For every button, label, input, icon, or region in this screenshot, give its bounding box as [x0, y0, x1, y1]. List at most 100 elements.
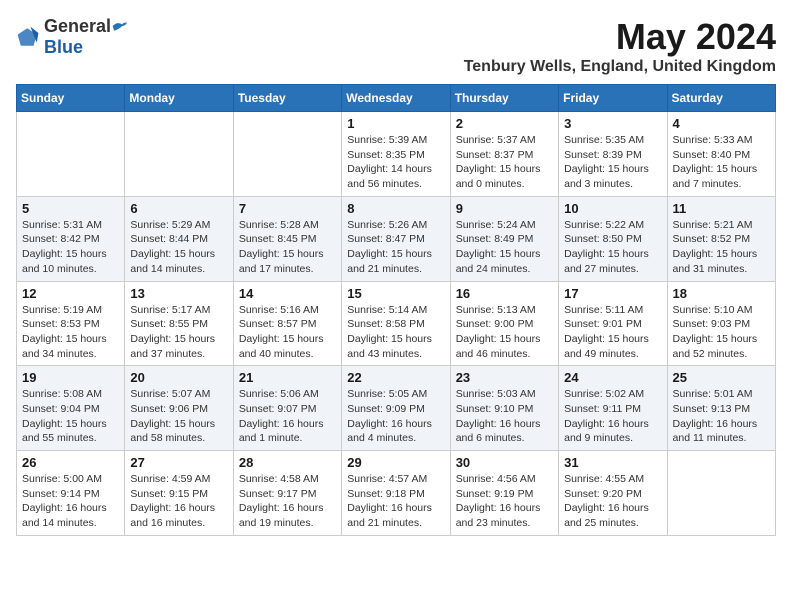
weekday-header: Monday [125, 85, 233, 112]
day-number: 25 [673, 370, 770, 385]
day-number: 20 [130, 370, 227, 385]
calendar-cell: 27 Sunrise: 4:59 AM Sunset: 9:15 PM Dayli… [125, 451, 233, 536]
day-info: Sunrise: 4:57 AM Sunset: 9:18 PM Dayligh… [347, 472, 444, 531]
day-number: 4 [673, 116, 770, 131]
weekday-header: Tuesday [233, 85, 341, 112]
day-info: Sunrise: 5:22 AM Sunset: 8:50 PM Dayligh… [564, 218, 661, 277]
day-number: 18 [673, 286, 770, 301]
calendar-cell [125, 112, 233, 197]
calendar-cell: 19Sunrise: 5:08 AM Sunset: 9:04 PM Dayli… [17, 366, 125, 451]
day-number: 23 [456, 370, 553, 385]
day-number: 14 [239, 286, 336, 301]
day-info: Sunrise: 5:29 AM Sunset: 8:44 PM Dayligh… [130, 218, 227, 277]
day-number: 22 [347, 370, 444, 385]
calendar-week-row: 19Sunrise: 5:08 AM Sunset: 9:04 PM Dayli… [17, 366, 776, 451]
calendar-cell: 1 Sunrise: 5:39 AM Sunset: 8:35 PM Daylig… [342, 112, 450, 197]
calendar-cell: 10 Sunrise: 5:22 AM Sunset: 8:50 PM Dayli… [559, 196, 667, 281]
logo-blue: Blue [44, 37, 83, 57]
day-number: 19 [22, 370, 119, 385]
month-title: May 2024 [464, 16, 776, 58]
day-number: 3 [564, 116, 661, 131]
calendar-cell: 17 Sunrise: 5:11 AM Sunset: 9:01 PM Dayli… [559, 281, 667, 366]
day-info: Sunrise: 5:11 AM Sunset: 9:01 PM Dayligh… [564, 303, 661, 362]
day-number: 24 [564, 370, 661, 385]
day-info: Sunrise: 5:06 AM Sunset: 9:07 PM Dayligh… [239, 387, 336, 446]
day-info: Sunrise: 5:16 AM Sunset: 8:57 PM Dayligh… [239, 303, 336, 362]
calendar-cell: 4 Sunrise: 5:33 AM Sunset: 8:40 PM Daylig… [667, 112, 775, 197]
day-number: 28 [239, 455, 336, 470]
day-number: 27 [130, 455, 227, 470]
calendar-cell: 20 Sunrise: 5:07 AM Sunset: 9:06 PM Dayli… [125, 366, 233, 451]
day-info: Sunrise: 5:21 AM Sunset: 8:52 PM Dayligh… [673, 218, 770, 277]
title-block: May 2024 Tenbury Wells, England, United … [464, 16, 776, 76]
calendar-cell: 5 Sunrise: 5:31 AM Sunset: 8:42 PM Daylig… [17, 196, 125, 281]
day-number: 12 [22, 286, 119, 301]
calendar-cell: 28 Sunrise: 4:58 AM Sunset: 9:17 PM Dayli… [233, 451, 341, 536]
day-info: Sunrise: 5:35 AM Sunset: 8:39 PM Dayligh… [564, 133, 661, 192]
calendar-cell: 9 Sunrise: 5:24 AM Sunset: 8:49 PM Daylig… [450, 196, 558, 281]
calendar-cell: 18 Sunrise: 5:10 AM Sunset: 9:03 PM Dayli… [667, 281, 775, 366]
day-number: 10 [564, 201, 661, 216]
calendar-cell: 11 Sunrise: 5:21 AM Sunset: 8:52 PM Dayli… [667, 196, 775, 281]
day-info: Sunrise: 5:19 AM Sunset: 8:53 PM Dayligh… [22, 303, 119, 362]
day-info: Sunrise: 5:13 AM Sunset: 9:00 PM Dayligh… [456, 303, 553, 362]
calendar-cell: 8 Sunrise: 5:26 AM Sunset: 8:47 PM Daylig… [342, 196, 450, 281]
weekday-header: Wednesday [342, 85, 450, 112]
calendar-cell: 14 Sunrise: 5:16 AM Sunset: 8:57 PM Dayli… [233, 281, 341, 366]
day-info: Sunrise: 5:17 AM Sunset: 8:55 PM Dayligh… [130, 303, 227, 362]
calendar-cell: 22Sunrise: 5:05 AM Sunset: 9:09 PM Dayli… [342, 366, 450, 451]
calendar-week-row: 26Sunrise: 5:00 AM Sunset: 9:14 PM Dayli… [17, 451, 776, 536]
calendar-cell: 30Sunrise: 4:56 AM Sunset: 9:19 PM Dayli… [450, 451, 558, 536]
day-info: Sunrise: 5:03 AM Sunset: 9:10 PM Dayligh… [456, 387, 553, 446]
day-number: 31 [564, 455, 661, 470]
day-info: Sunrise: 5:01 AM Sunset: 9:13 PM Dayligh… [673, 387, 770, 446]
logo-general: General [44, 16, 111, 37]
location-title: Tenbury Wells, England, United Kingdom [464, 58, 776, 76]
day-info: Sunrise: 5:39 AM Sunset: 8:35 PM Dayligh… [347, 133, 444, 192]
day-number: 29 [347, 455, 444, 470]
day-info: Sunrise: 4:58 AM Sunset: 9:17 PM Dayligh… [239, 472, 336, 531]
day-number: 13 [130, 286, 227, 301]
day-info: Sunrise: 5:02 AM Sunset: 9:11 PM Dayligh… [564, 387, 661, 446]
day-info: Sunrise: 5:37 AM Sunset: 8:37 PM Dayligh… [456, 133, 553, 192]
weekday-header: Thursday [450, 85, 558, 112]
day-number: 15 [347, 286, 444, 301]
day-number: 5 [22, 201, 119, 216]
day-info: Sunrise: 5:00 AM Sunset: 9:14 PM Dayligh… [22, 472, 119, 531]
day-info: Sunrise: 5:33 AM Sunset: 8:40 PM Dayligh… [673, 133, 770, 192]
day-number: 21 [239, 370, 336, 385]
day-number: 11 [673, 201, 770, 216]
calendar-cell: 13 Sunrise: 5:17 AM Sunset: 8:55 PM Dayli… [125, 281, 233, 366]
day-info: Sunrise: 5:24 AM Sunset: 8:49 PM Dayligh… [456, 218, 553, 277]
calendar-cell: 12 Sunrise: 5:19 AM Sunset: 8:53 PM Dayli… [17, 281, 125, 366]
day-number: 2 [456, 116, 553, 131]
logo-bird-icon [111, 18, 127, 34]
day-info: Sunrise: 5:10 AM Sunset: 9:03 PM Dayligh… [673, 303, 770, 362]
page-header: General Blue May 2024 Tenbury Wells, Eng… [16, 16, 776, 76]
day-number: 1 [347, 116, 444, 131]
calendar-cell: 24 Sunrise: 5:02 AM Sunset: 9:11 PM Dayli… [559, 366, 667, 451]
day-info: Sunrise: 5:26 AM Sunset: 8:47 PM Dayligh… [347, 218, 444, 277]
calendar-cell: 2 Sunrise: 5:37 AM Sunset: 8:37 PM Daylig… [450, 112, 558, 197]
day-number: 17 [564, 286, 661, 301]
day-number: 9 [456, 201, 553, 216]
logo-icon [16, 25, 40, 49]
calendar-cell: 31 Sunrise: 4:55 AM Sunset: 9:20 PM Dayli… [559, 451, 667, 536]
calendar-table: SundayMondayTuesdayWednesdayThursdayFrid… [16, 84, 776, 536]
day-number: 7 [239, 201, 336, 216]
calendar-week-row: 12 Sunrise: 5:19 AM Sunset: 8:53 PM Dayli… [17, 281, 776, 366]
calendar-cell [233, 112, 341, 197]
day-info: Sunrise: 5:07 AM Sunset: 9:06 PM Dayligh… [130, 387, 227, 446]
calendar-week-row: 5 Sunrise: 5:31 AM Sunset: 8:42 PM Daylig… [17, 196, 776, 281]
day-info: Sunrise: 4:59 AM Sunset: 9:15 PM Dayligh… [130, 472, 227, 531]
day-info: Sunrise: 5:31 AM Sunset: 8:42 PM Dayligh… [22, 218, 119, 277]
calendar-cell: 15 Sunrise: 5:14 AM Sunset: 8:58 PM Dayli… [342, 281, 450, 366]
calendar-header-row: SundayMondayTuesdayWednesdayThursdayFrid… [17, 85, 776, 112]
day-number: 8 [347, 201, 444, 216]
calendar-cell: 6Sunrise: 5:29 AM Sunset: 8:44 PM Daylig… [125, 196, 233, 281]
day-info: Sunrise: 5:14 AM Sunset: 8:58 PM Dayligh… [347, 303, 444, 362]
calendar-cell: 26Sunrise: 5:00 AM Sunset: 9:14 PM Dayli… [17, 451, 125, 536]
calendar-cell [667, 451, 775, 536]
day-info: Sunrise: 4:55 AM Sunset: 9:20 PM Dayligh… [564, 472, 661, 531]
calendar-cell: 25 Sunrise: 5:01 AM Sunset: 9:13 PM Dayli… [667, 366, 775, 451]
